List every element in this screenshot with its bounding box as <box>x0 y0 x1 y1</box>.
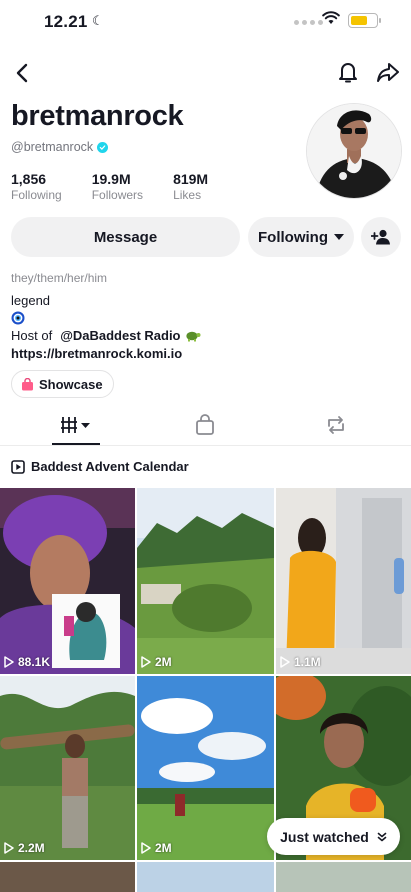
play-icon <box>141 656 151 668</box>
stat-label: Likes <box>173 188 202 202</box>
battery-icon <box>348 13 381 28</box>
status-time: 12.21 <box>44 12 88 31</box>
view-count-text: 88.1K <box>18 655 51 669</box>
video-thumbnail[interactable]: 1.1M <box>276 488 411 674</box>
stat-label: Followers <box>91 188 144 202</box>
playlist-icon <box>11 459 25 474</box>
bell-icon[interactable] <box>337 60 359 84</box>
tab-shop[interactable] <box>195 414 215 441</box>
back-arrow-icon[interactable] <box>14 62 30 84</box>
tab-videos[interactable] <box>61 414 93 441</box>
signal-icon <box>294 20 323 25</box>
stat-value: 1,856 <box>11 171 47 187</box>
host-prefix: Host of <box>11 328 53 343</box>
video-thumbnail[interactable]: 2M <box>137 676 274 860</box>
message-button[interactable]: Message <box>11 217 240 257</box>
bio-line: legend <box>11 292 51 308</box>
stat-likes[interactable]: 819M Likes <box>173 171 208 202</box>
pronouns: they/them/her/him <box>11 271 108 285</box>
following-label: Following <box>258 228 328 246</box>
double-chevron-down-icon <box>377 832 387 841</box>
view-count-text: 2.2M <box>18 841 45 855</box>
profile-stats: 1,856 Following 19.9M Followers 819M Lik… <box>11 171 238 202</box>
play-icon <box>4 656 14 668</box>
view-count-text: 1.1M <box>294 655 321 669</box>
evil-eye-icon <box>11 309 201 327</box>
play-icon <box>280 656 290 668</box>
top-nav <box>0 58 411 88</box>
stat-label: Following <box>11 188 62 202</box>
following-button[interactable]: Following <box>248 217 354 257</box>
verified-badge-icon <box>97 141 109 153</box>
view-count: 2M <box>141 655 172 669</box>
tab-reposts[interactable] <box>325 414 347 441</box>
add-user-icon <box>371 229 390 245</box>
play-icon <box>4 842 14 854</box>
view-count: 88.1K <box>4 655 50 669</box>
repost-icon <box>328 416 344 434</box>
bio-link[interactable]: https://bretmanrock.komi.io <box>11 345 201 363</box>
play-icon <box>141 842 151 854</box>
status-bar: 12.21 ☾ <box>0 0 411 44</box>
moon-icon: ☾ <box>92 13 104 28</box>
just-watched-label: Just watched <box>280 828 369 845</box>
showcase-label: Showcase <box>39 376 103 392</box>
stat-value: 19.9M <box>91 171 131 187</box>
host-mention-link[interactable]: @DaBaddest Radio <box>60 327 180 345</box>
stat-value: 819M <box>173 171 209 187</box>
view-count: 2M <box>141 841 172 855</box>
just-watched-button[interactable]: Just watched <box>267 818 400 855</box>
turtle-icon <box>185 331 200 342</box>
video-thumbnail[interactable]: 2M <box>137 488 274 674</box>
share-icon[interactable] <box>376 61 400 83</box>
playlist-title: Baddest Advent Calendar <box>31 459 189 474</box>
handle-row: @bretmanrock <box>11 140 109 154</box>
video-thumbnail[interactable] <box>0 862 135 892</box>
caret-down-icon <box>333 234 344 240</box>
avatar[interactable] <box>306 103 402 199</box>
playlist-link[interactable]: Baddest Advent Calendar <box>11 459 189 474</box>
view-count-text: 2M <box>155 841 172 855</box>
profile-name: bretmanrock <box>11 100 184 132</box>
video-thumbnail[interactable] <box>137 862 274 892</box>
shopping-bag-icon <box>196 414 214 435</box>
videos-grid-icon <box>61 417 90 433</box>
content-tabs <box>0 406 411 446</box>
wifi-icon <box>322 11 340 24</box>
host-line: Host of @DaBaddest Radio <box>11 327 201 345</box>
active-tab-indicator <box>52 443 100 445</box>
showcase-button[interactable]: Showcase <box>11 370 114 398</box>
add-friend-button[interactable] <box>361 217 401 257</box>
view-count-text: 2M <box>155 655 172 669</box>
video-thumbnail[interactable] <box>276 862 411 892</box>
video-thumbnail[interactable]: 2.2M <box>0 676 135 860</box>
stat-followers[interactable]: 19.9M Followers <box>92 171 143 202</box>
bio: they/them/her/him legend Host of @DaBadd… <box>11 270 201 362</box>
view-count: 1.1M <box>280 655 321 669</box>
view-count: 2.2M <box>4 841 45 855</box>
shopping-bag-icon <box>22 377 33 390</box>
video-thumbnail[interactable]: 88.1K <box>0 488 135 674</box>
stat-following[interactable]: 1,856 Following <box>11 171 62 202</box>
profile-handle: @bretmanrock <box>11 140 94 154</box>
